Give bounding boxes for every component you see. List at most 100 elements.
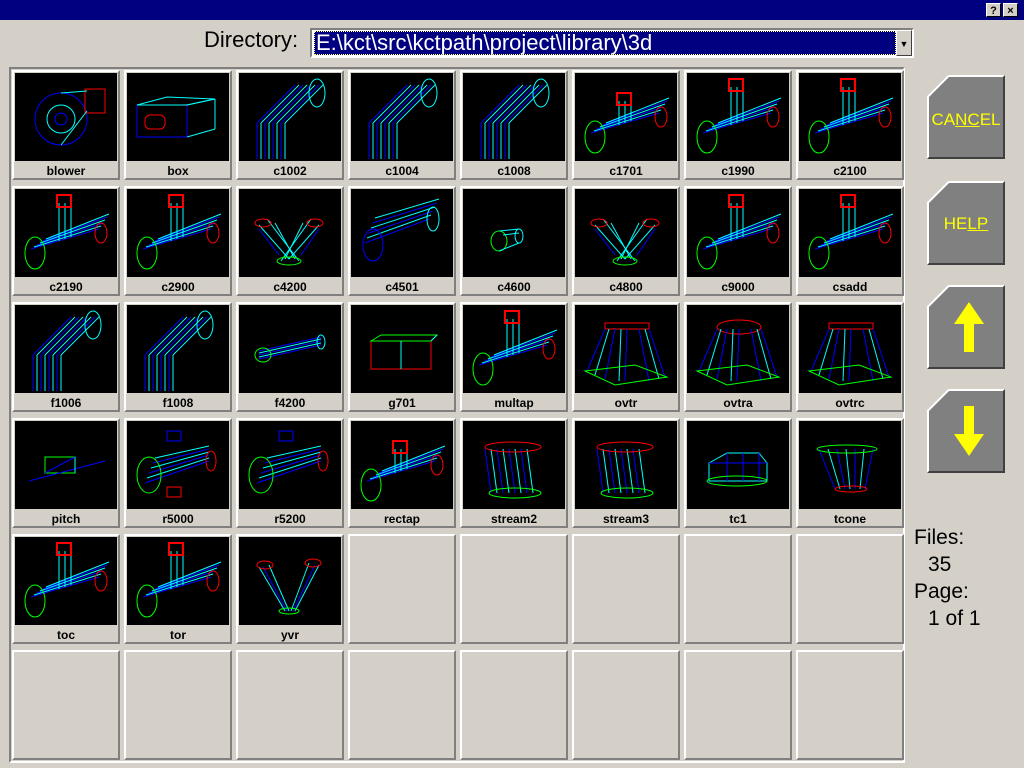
file-tile[interactable]: yvr [236,534,344,644]
dropdown-arrow-icon[interactable]: ▼ [896,30,912,56]
title-bar: ? × [0,0,1024,20]
file-name: c1004 [385,164,419,178]
page-indicator: 1 of 1 [928,607,981,630]
file-tile[interactable]: rectap [348,418,456,528]
directory-combobox[interactable]: E:\kct\src\kctpath\project\library\3d ▼ [310,28,914,58]
file-thumbnail [799,189,901,277]
empty-tile [684,650,792,760]
file-tile[interactable]: tor [124,534,232,644]
file-tile[interactable]: c1002 [236,70,344,180]
file-thumbnail [239,421,341,509]
file-thumbnail [239,189,341,277]
file-name: ovtra [723,396,753,410]
file-tile[interactable]: multap [460,302,568,412]
file-tile[interactable]: c1990 [684,70,792,180]
file-name: blower [46,164,86,178]
file-name: stream3 [602,512,650,526]
file-thumbnail [687,305,789,393]
empty-tile [460,534,568,644]
file-tile[interactable]: box [124,70,232,180]
file-tile[interactable]: ovtra [684,302,792,412]
file-tile[interactable]: c4200 [236,186,344,296]
file-thumbnail [463,421,565,509]
file-tile[interactable]: c9000 [684,186,792,296]
file-thumbnail [799,421,901,509]
page-label: Page: [914,580,969,603]
file-tile[interactable]: stream3 [572,418,680,528]
page-down-button[interactable] [926,388,1006,474]
file-thumbnail [575,421,677,509]
file-thumbnail [239,305,341,393]
file-tile[interactable]: ovtrc [796,302,904,412]
file-thumbnail-grid: blower box c1002 c1004 c1008 c1701 c1990 c2100… [9,67,905,763]
file-thumbnail [575,305,677,393]
file-thumbnail [351,189,453,277]
file-thumbnail [15,537,117,625]
directory-path[interactable]: E:\kct\src\kctpath\project\library\3d [314,31,896,55]
file-name: c1990 [721,164,755,178]
file-thumbnail [15,189,117,277]
file-tile[interactable]: c1008 [460,70,568,180]
file-name: ovtr [614,396,638,410]
file-tile[interactable]: stream2 [460,418,568,528]
file-name: r5200 [274,512,306,526]
file-tile[interactable]: c2100 [796,70,904,180]
file-tile[interactable]: f1008 [124,302,232,412]
directory-label: Directory: [204,27,299,52]
file-thumbnail [463,305,565,393]
file-thumbnail [687,189,789,277]
file-name: stream2 [490,512,538,526]
file-name: tor [170,628,186,642]
file-tile[interactable]: c4600 [460,186,568,296]
file-name: csadd [832,280,868,294]
empty-tile [796,534,904,644]
file-tile[interactable]: c4800 [572,186,680,296]
file-name: tc1 [729,512,747,526]
file-thumbnail [463,73,565,161]
file-name: c4600 [497,280,531,294]
cancel-button[interactable]: CANCEL [926,74,1006,160]
file-thumbnail [15,73,117,161]
file-tile[interactable]: c2190 [12,186,120,296]
file-tile[interactable]: pitch [12,418,120,528]
empty-tile [124,650,232,760]
file-name: c1008 [497,164,531,178]
page-up-button[interactable] [926,284,1006,370]
file-tile[interactable]: c1701 [572,70,680,180]
file-thumbnail [127,421,229,509]
help-title-button[interactable]: ? [986,3,1001,17]
file-name: c2100 [833,164,867,178]
file-tile[interactable]: g701 [348,302,456,412]
empty-tile [796,650,904,760]
file-tile[interactable]: ovtr [572,302,680,412]
file-name: f1006 [50,396,82,410]
file-tile[interactable]: c2900 [124,186,232,296]
file-thumbnail [799,305,901,393]
file-thumbnail [351,421,453,509]
file-tile[interactable]: csadd [796,186,904,296]
file-thumbnail [687,73,789,161]
file-name: c9000 [721,280,755,294]
file-tile[interactable]: f4200 [236,302,344,412]
file-name: r5000 [162,512,194,526]
file-thumbnail [127,537,229,625]
file-tile[interactable]: r5000 [124,418,232,528]
empty-tile [684,534,792,644]
file-tile[interactable]: c1004 [348,70,456,180]
file-thumbnail [351,305,453,393]
help-button-label: HELP [943,214,989,233]
file-tile[interactable]: tcone [796,418,904,528]
file-tile[interactable]: r5200 [236,418,344,528]
file-tile[interactable]: toc [12,534,120,644]
file-tile[interactable]: c4501 [348,186,456,296]
file-tile[interactable]: tc1 [684,418,792,528]
help-button[interactable]: HELP [926,180,1006,266]
file-thumbnail [351,73,453,161]
file-tile[interactable]: f1006 [12,302,120,412]
file-thumbnail [15,421,117,509]
file-tile[interactable]: blower [12,70,120,180]
empty-tile [348,650,456,760]
file-name: box [167,164,189,178]
file-name: c4200 [273,280,307,294]
close-title-button[interactable]: × [1003,3,1018,17]
